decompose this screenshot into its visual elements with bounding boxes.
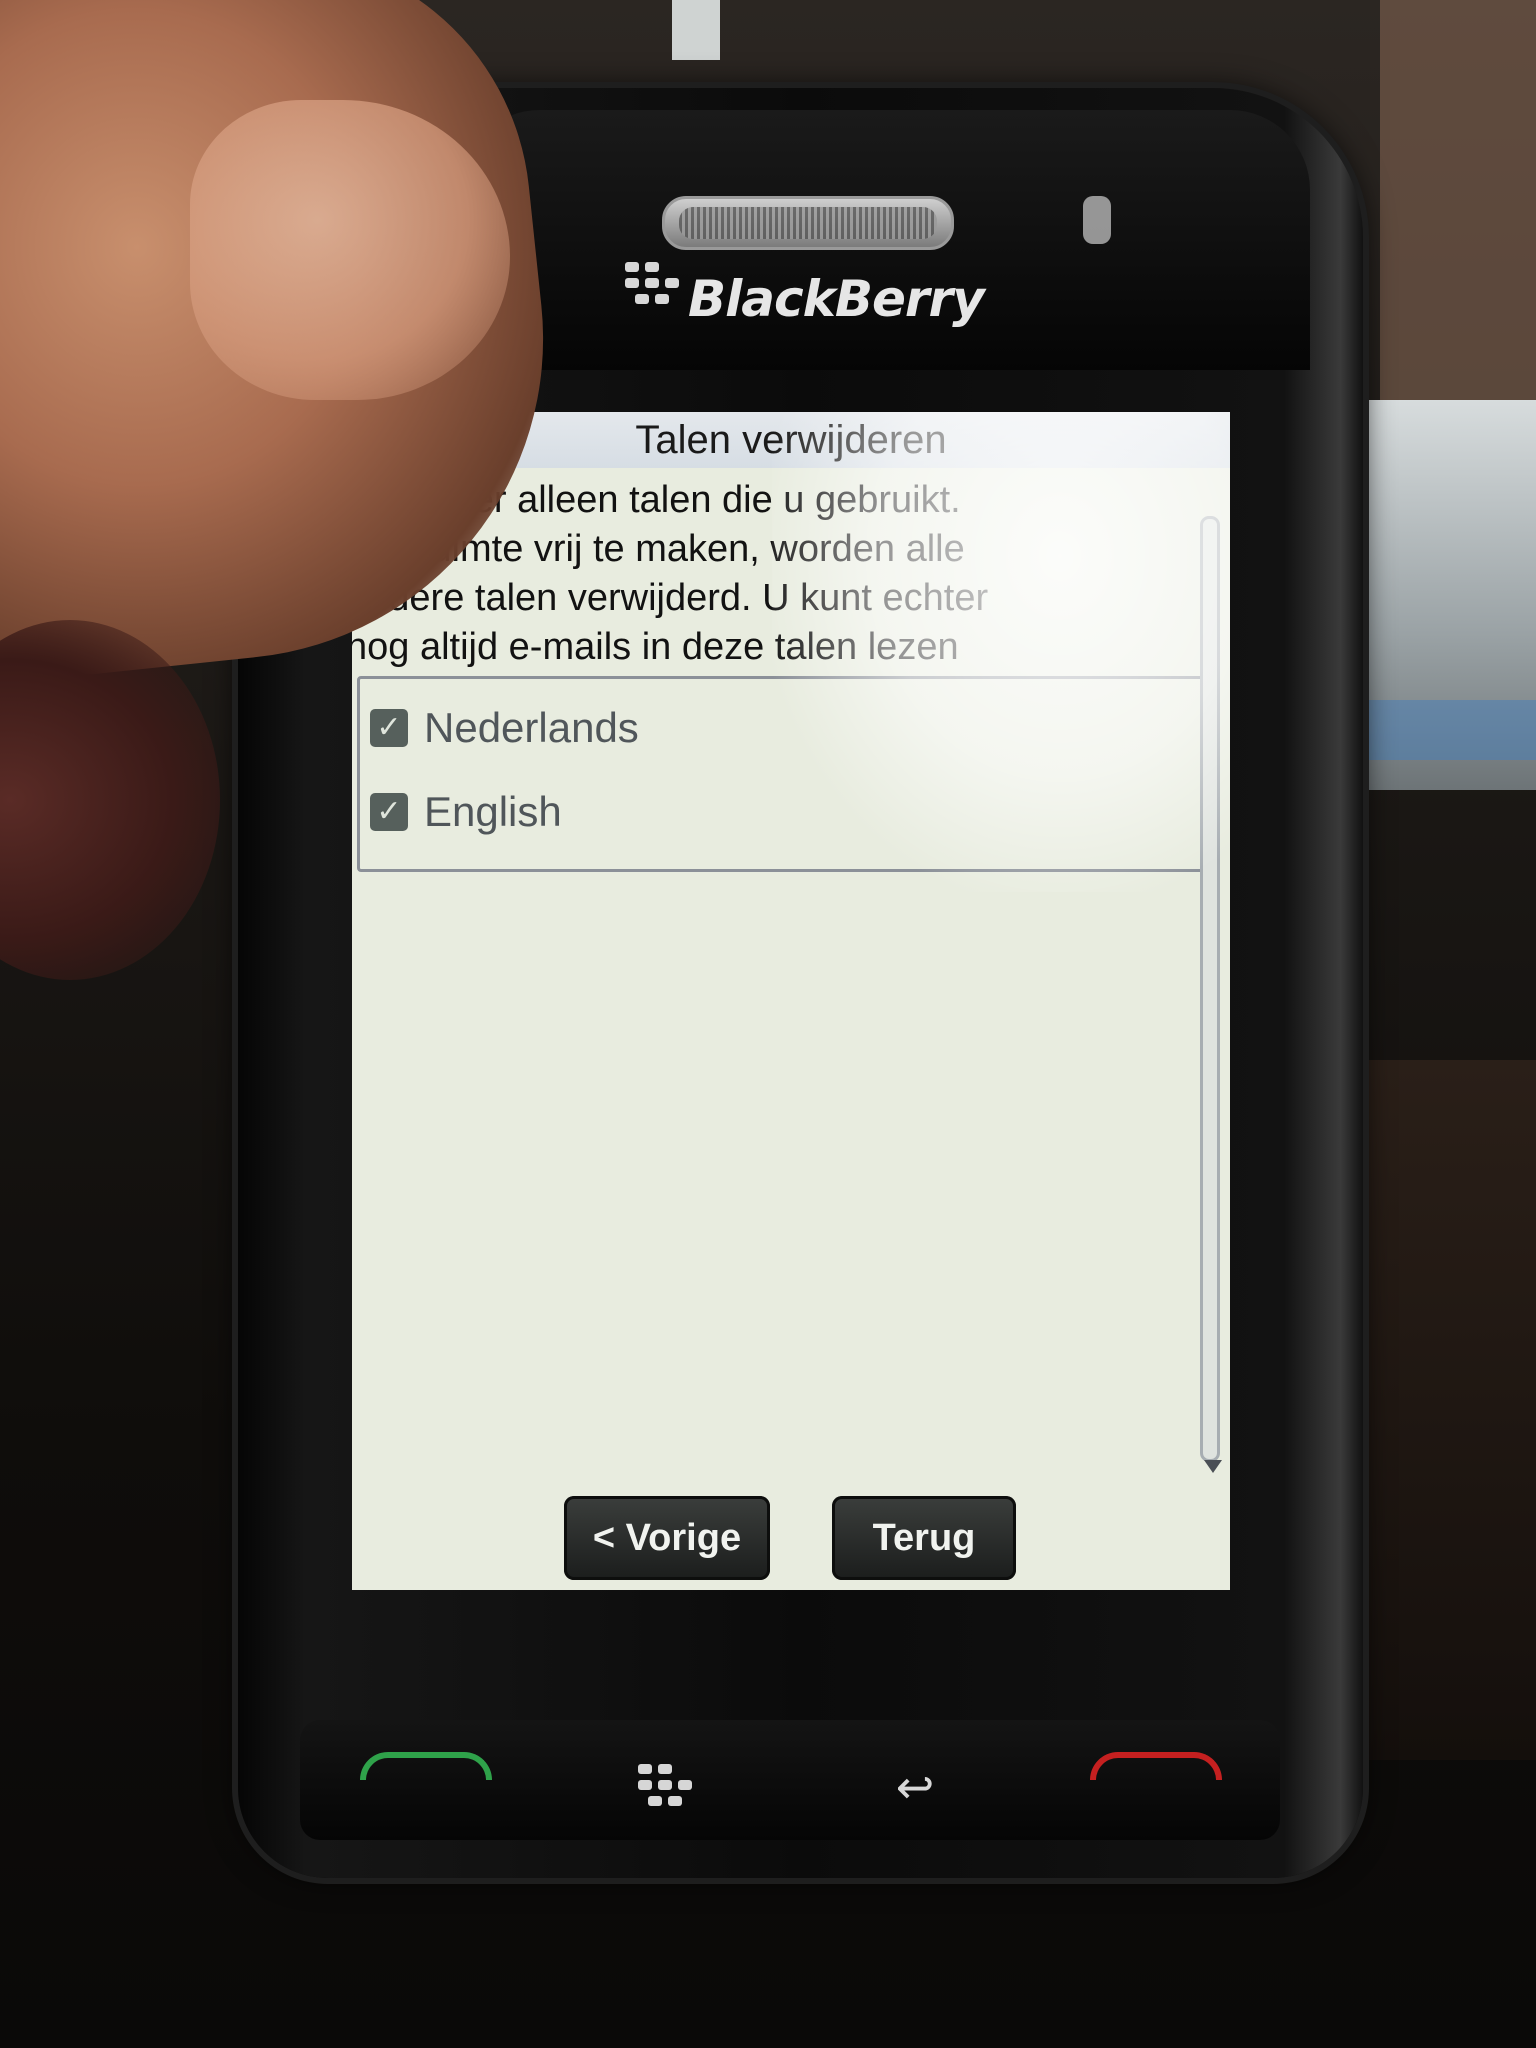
back-arrow-icon[interactable]: ↩ — [880, 1762, 950, 1812]
back-button[interactable]: Terug — [832, 1496, 1016, 1580]
blackberry-logo-icon — [625, 262, 685, 312]
previous-button[interactable]: < Vorige — [564, 1496, 770, 1580]
list-item-english[interactable]: ✓ English — [360, 777, 1212, 847]
light-sensor — [1083, 196, 1111, 244]
language-label: Nederlands — [424, 704, 639, 751]
list-item-nederlands[interactable]: ✓ Nederlands — [360, 693, 1212, 763]
hardware-keys-bar — [300, 1720, 1280, 1840]
menu-key-icon[interactable] — [632, 1762, 702, 1812]
checkbox-checked-icon[interactable]: ✓ — [370, 793, 408, 831]
end-call-key-icon[interactable] — [1090, 1752, 1222, 1780]
language-list: ✓ Nederlands ✓ English — [357, 676, 1215, 872]
background-laptop-detail — [1360, 700, 1536, 760]
brand-wordmark: BlackBerry — [688, 270, 985, 328]
finger-shadow — [0, 620, 220, 980]
scroll-down-arrow-icon — [1204, 1460, 1222, 1473]
background-pole — [672, 0, 720, 60]
language-label: English — [424, 788, 562, 835]
device-screen: Talen verwijderen Selecteer alleen talen… — [352, 412, 1230, 1590]
background-wall — [1380, 0, 1536, 420]
checkbox-checked-icon[interactable]: ✓ — [370, 709, 408, 747]
call-key-icon[interactable] — [360, 1752, 492, 1780]
scrollbar[interactable] — [1200, 516, 1220, 1462]
photo-scene: BlackBerry Talen verwijderen Selecteer a… — [0, 0, 1536, 2048]
earpiece-speaker — [662, 196, 954, 250]
